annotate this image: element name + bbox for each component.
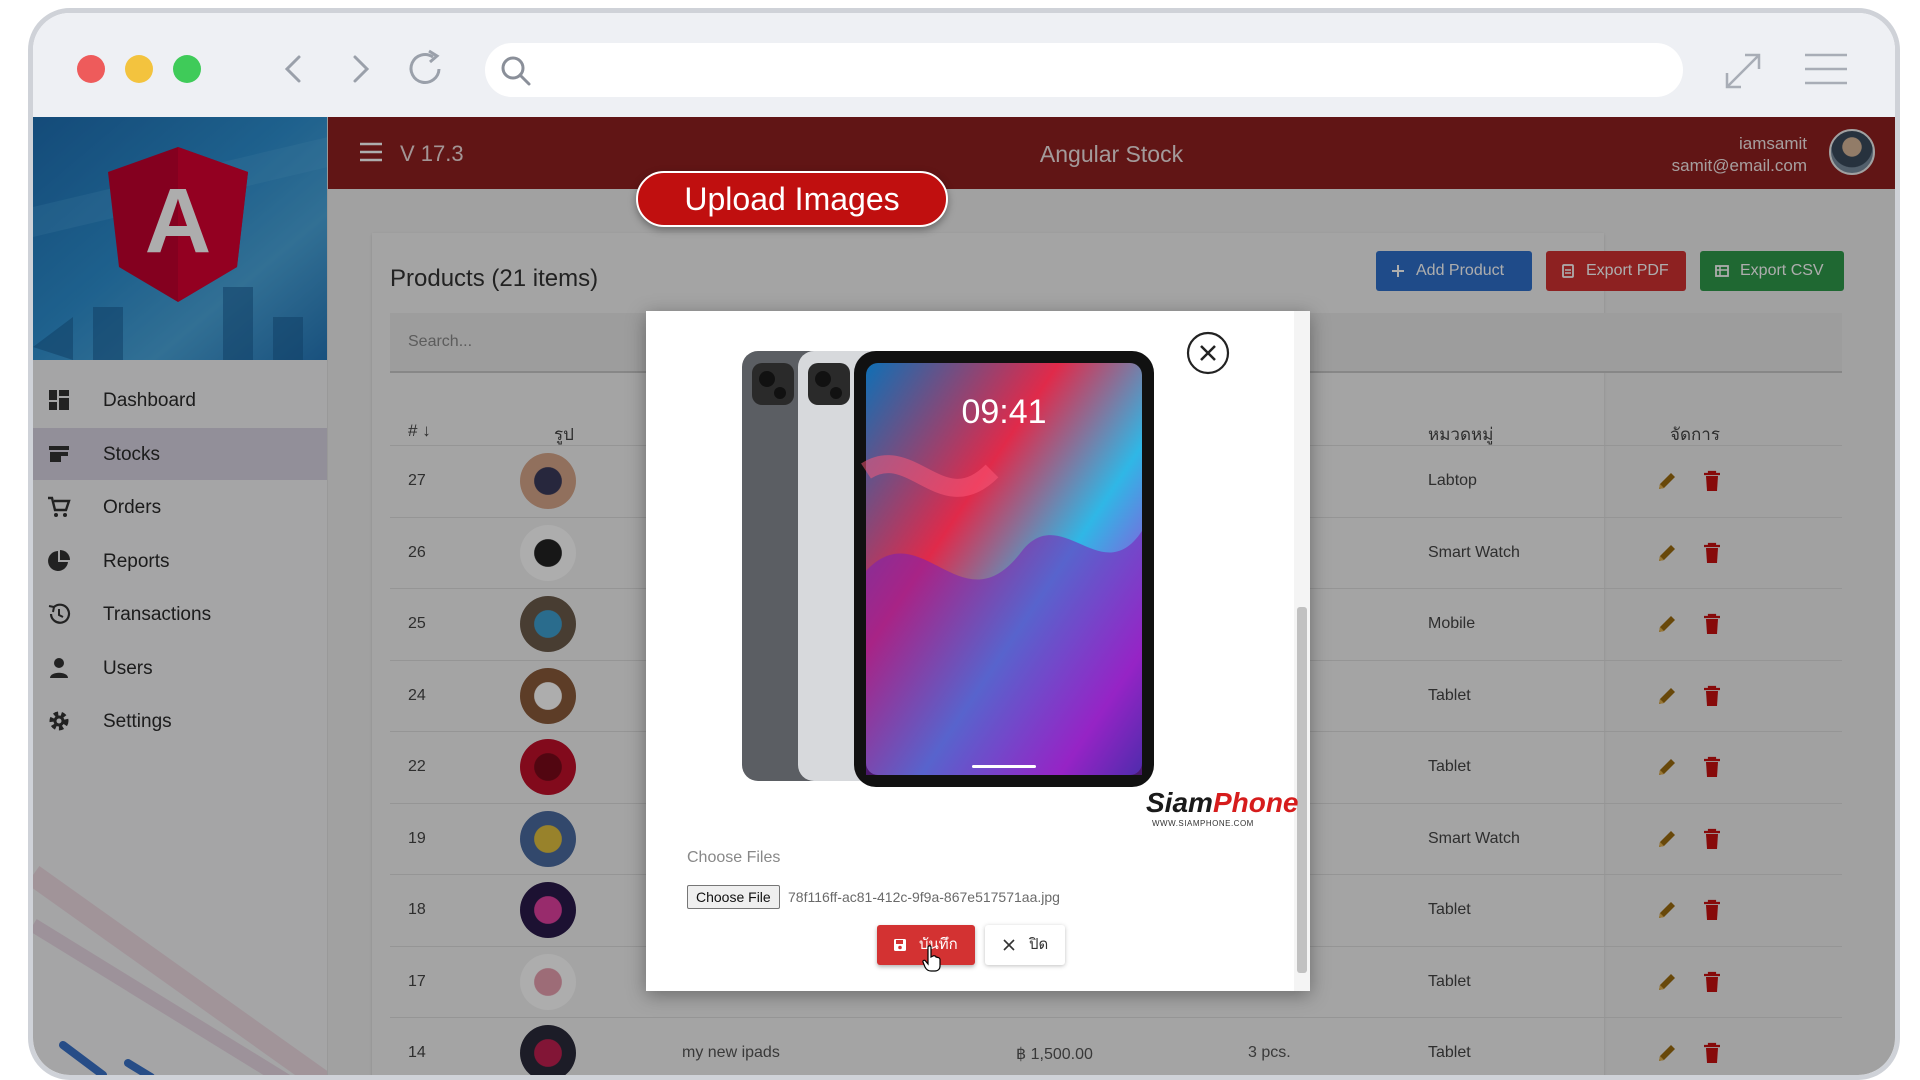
back-icon[interactable] (275, 49, 315, 89)
cancel-button[interactable]: ปิด (985, 925, 1065, 965)
hand-cursor-icon (922, 945, 941, 972)
upload-images-callout: Upload Images (636, 171, 948, 227)
address-bar[interactable] (485, 43, 1683, 97)
image-preview: 09:41 (742, 351, 1154, 787)
choose-file-button[interactable]: Choose File (687, 885, 780, 909)
cancel-label: ปิด (1029, 936, 1049, 953)
search-icon (501, 56, 531, 86)
save-icon (894, 939, 906, 951)
dialog-scrollbar[interactable] (1294, 311, 1310, 991)
brand-watermark-url: WWW.SIAMPHONE.COM (1152, 819, 1254, 828)
close-window-button[interactable] (77, 55, 105, 83)
preview-time-text: 09:41 (961, 393, 1046, 431)
minimize-window-button[interactable] (125, 55, 153, 83)
selected-file-name: 78f116ff-ac81-412c-9f9a-867e517571aa.jpg (788, 889, 1060, 905)
choose-files-label: Choose Files (687, 849, 781, 866)
forward-icon[interactable] (339, 49, 379, 89)
maximize-window-button[interactable] (173, 55, 201, 83)
upload-dialog: 09:41 SiamPhone WWW.SIAMPHONE.COM Choose… (646, 311, 1310, 991)
expand-icon[interactable] (1721, 49, 1765, 93)
browser-toolbar (33, 13, 1895, 117)
brand-watermark: SiamPhone (1146, 787, 1299, 818)
browser-window: A Dashboard Stocks Orders Reports Transactio… (28, 8, 1900, 1080)
menu-icon[interactable] (1803, 49, 1849, 89)
reload-icon[interactable] (401, 45, 449, 93)
close-icon[interactable] (1186, 331, 1230, 375)
close-x-icon (1003, 939, 1015, 951)
dialog-scrollbar-thumb[interactable] (1297, 607, 1307, 973)
